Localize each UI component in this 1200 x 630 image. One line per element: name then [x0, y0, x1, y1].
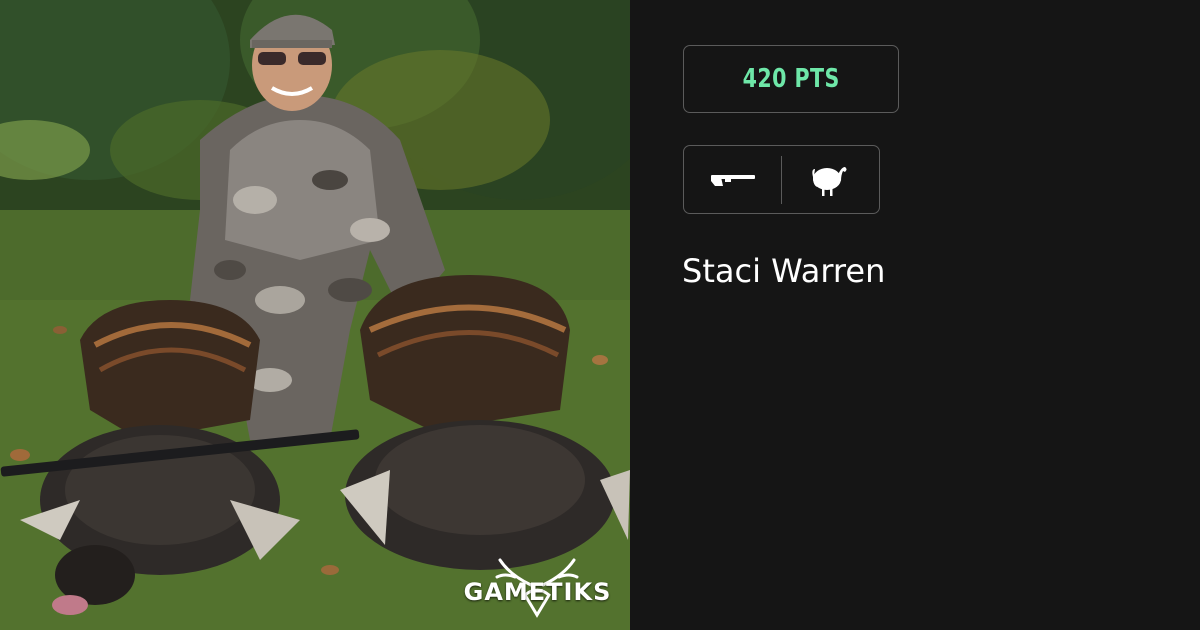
shotgun-icon — [710, 174, 755, 186]
weapon-cell — [684, 146, 781, 213]
points-badge: 420 PTS — [683, 45, 899, 113]
hunter-name: Staci Warren — [682, 252, 886, 290]
turkey-icon — [812, 166, 847, 196]
share-card: GAMETIKS 420 PTS Staci Warren — [0, 0, 1200, 630]
points-value: 420 PTS — [742, 64, 840, 94]
gametiks-logo: GAMETIKS — [455, 555, 620, 620]
info-panel: 420 PTS Staci Warren — [630, 0, 1200, 630]
harvest-icons — [683, 145, 880, 214]
harvest-photo: GAMETIKS — [0, 0, 630, 630]
species-cell — [782, 146, 879, 213]
photo-illustration — [0, 0, 630, 630]
logo-wordmark: GAMETIKS — [463, 578, 612, 606]
